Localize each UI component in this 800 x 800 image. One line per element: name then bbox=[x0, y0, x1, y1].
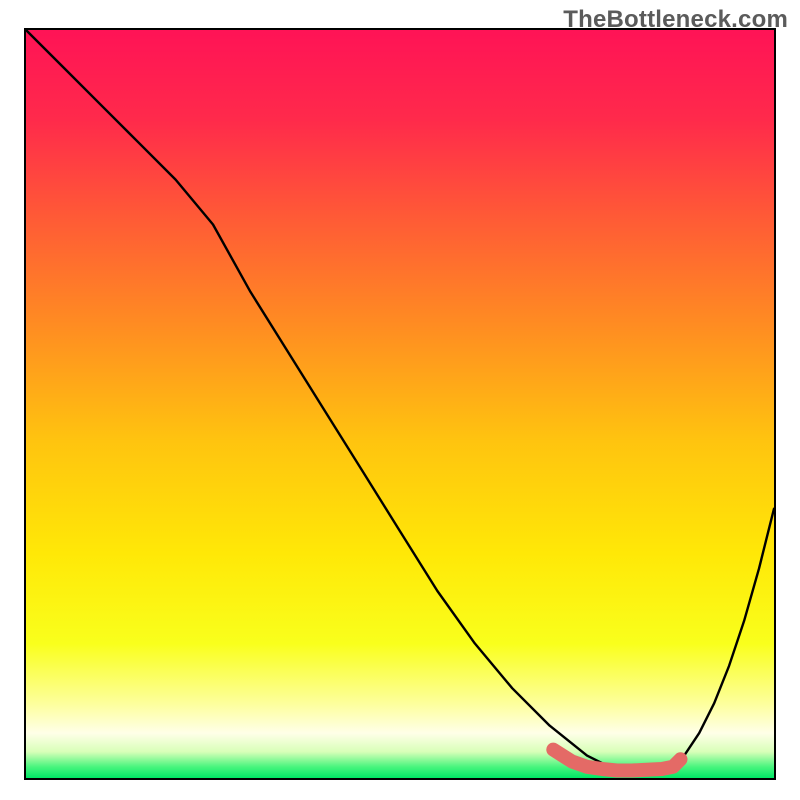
chart-canvas: TheBottleneck.com bbox=[0, 0, 800, 800]
plot-area bbox=[24, 28, 776, 780]
background-gradient bbox=[26, 30, 774, 778]
